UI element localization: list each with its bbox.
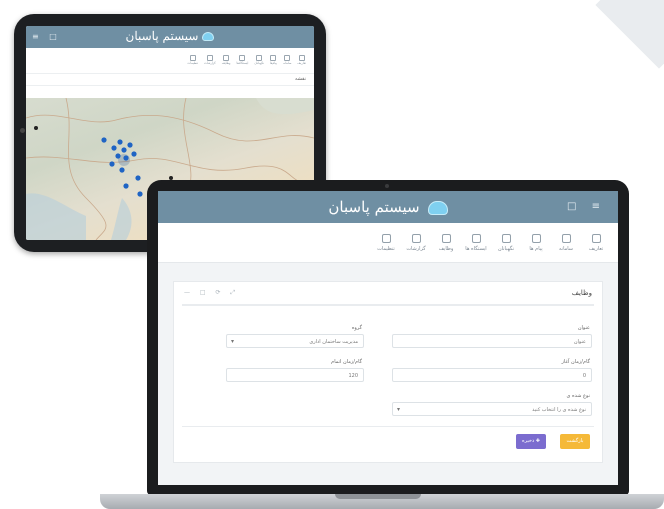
map-marker-icon [111,145,117,151]
task-form-card: وظایف — □ ⟳ ⤢ عنوان عنوان گروه مدیریت سا… [173,281,603,463]
map-marker-icon [123,183,129,189]
map-marker-icon [117,139,123,145]
map-marker-icon [109,161,115,167]
start-input[interactable]: 0 [392,368,592,382]
name-label: عنوان [577,325,590,331]
toolbar-item-stations[interactable]: ایستگاه‌ها [236,55,248,66]
laptop-device: سیستم پاسبان □ ≡ تعاریف سامانه پیام ها ن… [147,180,629,495]
corner-decoration [595,0,664,69]
toolbar-item-settings[interactable]: تنظیمات [374,233,398,252]
card-header: وظایف — □ ⟳ ⤢ [182,282,594,306]
menu-icon[interactable]: □ ≡ [32,32,61,41]
end-input[interactable]: 120 [226,368,364,382]
map-marker-icon [119,167,125,173]
map-marker-icon [127,142,133,148]
map-marker-icon [101,137,107,143]
laptop-notch [335,494,421,499]
app-logo-icon [427,201,448,215]
type-label: نوع شده ی [566,393,590,399]
system-icon [561,233,571,243]
toolbar-item-definitions[interactable]: تعاریف [297,55,306,66]
settings-icon [381,233,391,243]
tablet-header: سیستم پاسبان □ ≡ [26,26,314,48]
guards-icon [501,233,511,243]
laptop-header: سیستم پاسبان □ ≡ [158,191,618,223]
type-select[interactable]: نوع شده ی را انتخاب کنید ▾ [392,402,592,416]
stage: سیستم پاسبان □ ≡ تعاریف سامانه پیام‌ها ن… [0,0,664,509]
toolbar-item-reports[interactable]: گزارشات [204,55,216,66]
stations-icon [471,233,481,243]
map-marker-icon [115,153,121,159]
messages-icon [531,233,541,243]
laptop-app-title: سیستم پاسبان [158,198,618,216]
tablet-toolbar: تعاریف سامانه پیام‌ها نگهبانان ایستگاه‌ه… [26,48,314,74]
tablet-section-bar: نقشه [26,74,314,86]
start-label: گام/زمان آغاز [561,359,590,365]
toolbar-item-system[interactable]: سامانه [283,55,291,66]
toolbar-item-definitions[interactable]: تعاریف [584,233,608,252]
tablet-app-title: سیستم پاسبان [26,29,314,43]
toolbar-item-tasks[interactable]: وظایف [222,55,230,66]
group-select[interactable]: مدیریت ساختمان اداری ▾ [226,334,364,348]
group-label: گروه [351,325,362,331]
map-marker-icon [121,147,127,153]
map-marker-icon [137,191,143,197]
save-button[interactable]: ✚ ذخیره [516,434,546,449]
card-window-controls[interactable]: — □ ⟳ ⤢ [184,289,239,297]
tasks-icon [441,233,451,243]
toolbar-item-messages[interactable]: پیام‌ها [270,55,277,66]
laptop-camera [385,184,389,188]
toolbar-item-guards[interactable]: نگهبانان [494,233,518,252]
map-marker-icon [34,126,38,130]
tablet-camera [20,128,25,133]
toolbar-item-settings[interactable]: تنظیمات [188,55,198,66]
toolbar-item-tasks[interactable]: وظایف [434,233,458,252]
reports-icon [411,233,421,243]
toolbar-item-messages[interactable]: پیام ها [524,233,548,252]
card-title: وظایف [571,289,592,297]
toolbar-item-reports[interactable]: گزارشات [404,233,428,252]
map-marker-icon [123,155,129,161]
laptop-screen: سیستم پاسبان □ ≡ تعاریف سامانه پیام ها ن… [158,191,618,485]
toolbar-item-guards[interactable]: نگهبانان [254,55,264,66]
name-input[interactable]: عنوان [392,334,592,348]
toolbar-item-system[interactable]: سامانه [554,233,578,252]
laptop-toolbar: تعاریف سامانه پیام ها نگهبانان ایستگاه ه… [158,223,618,263]
map-marker-icon [135,175,141,181]
menu-icon[interactable]: □ ≡ [567,201,606,212]
cancel-button[interactable]: بازگشت [560,434,590,449]
chevron-down-icon: ▾ [397,406,401,413]
map-marker-icon [131,151,137,157]
definitions-icon [591,233,601,243]
toolbar-item-stations[interactable]: ایستگاه ها [464,233,488,252]
app-logo-icon [202,32,215,41]
chevron-down-icon: ▾ [231,338,235,345]
end-label: گام/زمان اتمام [331,359,362,365]
form-divider [182,426,594,427]
